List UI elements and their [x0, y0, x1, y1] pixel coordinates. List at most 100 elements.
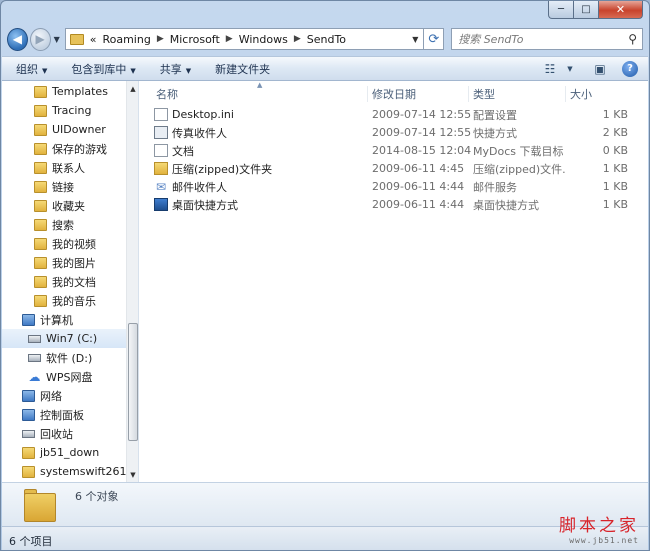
- chevron-right-icon[interactable]: ▶: [157, 34, 164, 44]
- file-date: 2014-08-15 12:04: [372, 144, 472, 157]
- sidebar-item[interactable]: 联系人: [2, 158, 126, 177]
- drive-icon: [28, 334, 41, 343]
- navigation-scrollbar[interactable]: ▲ ▼: [126, 81, 138, 482]
- view-dropdown-icon[interactable]: ▼: [562, 62, 578, 76]
- close-button[interactable]: ✕: [599, 1, 643, 19]
- breadcrumb-overflow[interactable]: «: [90, 33, 97, 46]
- search-input[interactable]: [458, 32, 629, 46]
- view-options-icon[interactable]: ☷: [542, 62, 558, 76]
- refresh-button[interactable]: ⟳: [424, 28, 445, 50]
- sidebar-item[interactable]: 网络: [2, 386, 126, 405]
- back-button[interactable]: ◀: [7, 27, 28, 51]
- file-row[interactable]: 桌面快捷方式 2009-06-11 4:44 桌面快捷方式 1 KB: [154, 196, 648, 213]
- ini-file-icon: [154, 108, 168, 121]
- folder-icon: [34, 161, 47, 174]
- organize-menu[interactable]: 组织 ▼: [16, 61, 47, 77]
- column-header: 名称 修改日期 类型 大小: [140, 85, 648, 103]
- sidebar-item-label: 回收站: [40, 427, 73, 441]
- column-size[interactable]: 大小: [565, 86, 592, 102]
- sidebar-item[interactable]: 控制面板: [2, 405, 126, 424]
- forward-button[interactable]: ▶: [29, 27, 51, 51]
- file-row[interactable]: 文档 2014-08-15 12:04 MyDocs 下载目标 0 KB: [154, 142, 648, 159]
- status-item-count: 6 个项目: [9, 535, 53, 548]
- sidebar-item-label: 我的音乐: [52, 294, 96, 308]
- file-row[interactable]: ✉ 邮件收件人 2009-06-11 4:44 邮件服务 1 KB: [154, 178, 648, 195]
- sidebar-item[interactable]: ☁ WPS网盘: [2, 367, 126, 386]
- folder-icon: [34, 218, 47, 231]
- sidebar-item-label: 控制面板: [40, 408, 84, 422]
- sidebar-item-label: 搜索: [52, 218, 74, 232]
- chevron-right-icon[interactable]: ▶: [226, 34, 233, 44]
- sidebar-item-label: Win7 (C:): [46, 332, 98, 345]
- file-name: 桌面快捷方式: [172, 198, 238, 212]
- cloud-icon: ☁: [28, 369, 41, 384]
- fax-icon: [154, 126, 168, 139]
- folder-icon: [34, 142, 47, 155]
- sidebar-item[interactable]: systemswift2617: [2, 462, 126, 481]
- file-date: 2009-06-11 4:44: [372, 180, 465, 193]
- folder-icon: [34, 180, 47, 193]
- sidebar-item[interactable]: 保存的游戏: [2, 139, 126, 158]
- sidebar-item[interactable]: Templates: [2, 82, 126, 101]
- chevron-right-icon[interactable]: ▶: [294, 34, 301, 44]
- folder-icon: [34, 237, 47, 250]
- scrollbar-thumb[interactable]: [128, 323, 138, 441]
- folder-icon: [22, 446, 35, 459]
- new-folder-button[interactable]: 新建文件夹: [215, 61, 270, 77]
- breadcrumb-microsoft[interactable]: Microsoft: [170, 33, 220, 46]
- scroll-up-icon[interactable]: ▲: [127, 81, 138, 96]
- breadcrumb-sendto[interactable]: SendTo: [307, 33, 346, 46]
- sidebar-item[interactable]: UIDowner: [2, 120, 126, 139]
- recent-pages-dropdown[interactable]: ▼: [54, 35, 61, 44]
- column-type[interactable]: 类型: [468, 86, 495, 102]
- sidebar-item[interactable]: 我的图片: [2, 253, 126, 272]
- address-bar[interactable]: « Roaming ▶ Microsoft ▶ Windows ▶ SendTo…: [64, 28, 425, 50]
- file-type: 配置设置: [473, 108, 517, 122]
- window-controls: ─ □ ✕: [548, 1, 643, 19]
- file-name: 压缩(zipped)文件夹: [172, 162, 273, 176]
- sidebar-item-label: UIDowner: [52, 123, 106, 136]
- column-name[interactable]: 名称: [152, 86, 178, 102]
- network-icon: [22, 389, 35, 402]
- file-row[interactable]: Desktop.ini 2009-07-14 12:55 配置设置 1 KB: [154, 106, 648, 123]
- sidebar-item[interactable]: 搜索: [2, 215, 126, 234]
- file-name: 传真收件人: [172, 126, 227, 140]
- share-menu[interactable]: 共享 ▼: [160, 61, 191, 77]
- include-in-library-menu[interactable]: 包含到库中 ▼: [71, 61, 135, 77]
- sidebar-item[interactable]: Win7 (C:): [2, 329, 126, 348]
- sidebar-item[interactable]: 软件 (D:): [2, 348, 126, 367]
- desktop-icon: [154, 198, 168, 211]
- folder-icon: [69, 33, 84, 45]
- scroll-down-icon[interactable]: ▼: [127, 467, 138, 482]
- file-list-pane: ▲ 名称 修改日期 类型 大小 Desktop.ini 2009-07-14 12…: [140, 81, 648, 482]
- breadcrumb-windows[interactable]: Windows: [239, 33, 288, 46]
- navigation-tree: Templates Tracing UIDowner 保存的游戏联系人 链接收藏夹搜索我…: [2, 81, 126, 481]
- sidebar-item[interactable]: 回收站: [2, 424, 126, 443]
- sidebar-item[interactable]: jb51_down: [2, 443, 126, 462]
- preview-pane-icon[interactable]: ▣: [592, 62, 608, 76]
- search-box[interactable]: ⚲: [451, 28, 643, 50]
- sidebar-item-label: 保存的游戏: [52, 142, 107, 156]
- minimize-button[interactable]: ─: [548, 1, 574, 19]
- sidebar-item[interactable]: 我的文档: [2, 272, 126, 291]
- sidebar-item-label: WPS网盘: [46, 370, 93, 384]
- explorer-window: ─ □ ✕ ◀ ▶ ▼ « Roaming ▶ Microsoft ▶ Wind…: [0, 0, 650, 551]
- breadcrumb-roaming[interactable]: Roaming: [102, 33, 150, 46]
- maximize-button[interactable]: □: [574, 1, 599, 19]
- sidebar-item[interactable]: 链接: [2, 177, 126, 196]
- drive-icon: [28, 353, 41, 362]
- address-dropdown-icon[interactable]: ▼: [412, 35, 418, 44]
- sidebar-item[interactable]: 计算机: [2, 310, 126, 329]
- file-date: 2009-06-11 4:45: [372, 162, 465, 175]
- search-icon[interactable]: ⚲: [628, 32, 637, 46]
- file-row[interactable]: 压缩(zipped)文件夹 2009-06-11 4:45 压缩(zipped)文件…: [154, 160, 648, 177]
- sidebar-item-label: 收藏夹: [52, 199, 85, 213]
- sidebar-item-label: 我的图片: [52, 256, 96, 270]
- sidebar-item[interactable]: 我的音乐: [2, 291, 126, 310]
- sidebar-item[interactable]: Tracing: [2, 101, 126, 120]
- help-icon[interactable]: ?: [622, 60, 638, 77]
- file-row[interactable]: 传真收件人 2009-07-14 12:55 快捷方式 2 KB: [154, 124, 648, 141]
- column-date-modified[interactable]: 修改日期: [367, 86, 416, 102]
- sidebar-item[interactable]: 收藏夹: [2, 196, 126, 215]
- sidebar-item[interactable]: 我的视频: [2, 234, 126, 253]
